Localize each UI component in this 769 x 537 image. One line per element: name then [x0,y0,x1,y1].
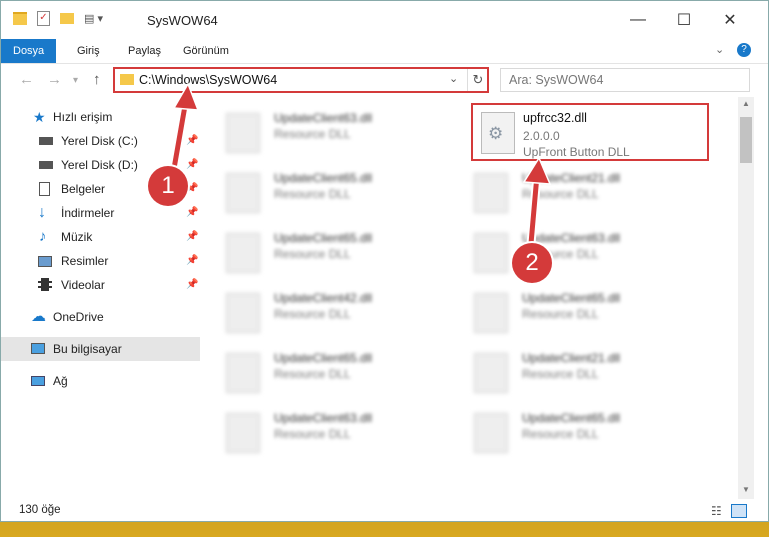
step-marker-1: 1 [148,166,188,206]
arrow-1 [167,82,200,181]
step-marker-2: 2 [512,243,552,283]
arrow-2 [522,156,552,256]
annotation-arrows [167,82,552,256]
